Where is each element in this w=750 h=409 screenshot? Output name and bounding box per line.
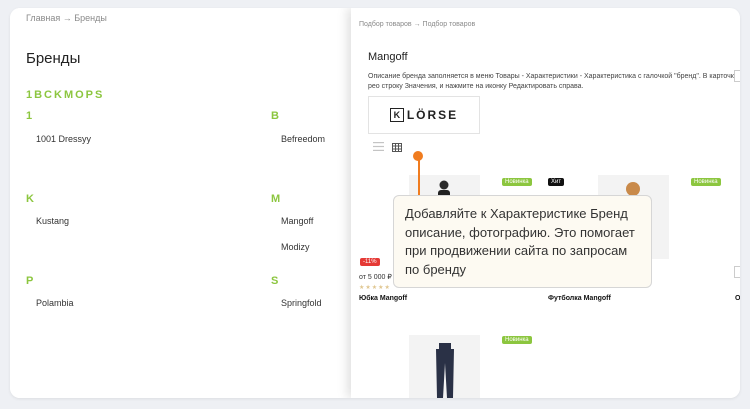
list-icon[interactable] — [373, 142, 384, 154]
chevron-right-icon[interactable] — [734, 266, 740, 278]
brand-link[interactable]: Springfold — [281, 298, 322, 308]
product-image[interactable] — [409, 335, 480, 398]
brand-link[interactable]: Mangoff — [281, 216, 313, 226]
rating-stars: ★★★★★ — [359, 285, 391, 291]
page-title: Бренды — [26, 50, 81, 67]
brand-description: Описание бренда заполняется в меню Товар… — [368, 73, 738, 90]
klorse-logo: K LÖRSE — [389, 108, 458, 122]
brand-link[interactable]: Befreedom — [281, 134, 325, 144]
group-letter: K — [26, 193, 34, 205]
new-badge: Новинка — [691, 178, 721, 186]
callout-pin-dot — [413, 151, 423, 161]
product-name[interactable]: О — [735, 295, 740, 302]
brand-link[interactable]: Polambia — [36, 298, 74, 308]
brand-link[interactable]: Kustang — [36, 216, 69, 226]
product-name[interactable]: Футболка Mangoff — [548, 295, 611, 302]
breadcrumb[interactable]: Подбор товаров → Подбор товаров — [359, 21, 475, 28]
brand-link[interactable]: 1001 Dressyy — [36, 134, 91, 144]
group-letter: B — [271, 110, 279, 122]
brands-panel: Главная → Бренды Бренды 1BCKMOPS 1 1001 … — [10, 8, 351, 398]
brand-link[interactable]: Modizy — [281, 242, 310, 252]
brand-title: Mangoff — [368, 51, 408, 63]
new-badge: Новинка — [502, 336, 532, 344]
hint-callout: Добавляйте к Характеристике Бренд описан… — [393, 195, 652, 288]
brand-logo: K LÖRSE — [368, 96, 480, 134]
alphabet-filter[interactable]: 1BCKMOPS — [26, 89, 104, 101]
group-letter: 1 — [26, 110, 33, 122]
group-letter: S — [271, 275, 279, 287]
callout-pin-line — [418, 155, 420, 195]
product-name[interactable]: Юбка Mangoff — [359, 295, 407, 302]
group-letter: M — [271, 193, 281, 205]
chevron-right-icon[interactable] — [734, 70, 740, 82]
grid-icon[interactable] — [392, 143, 402, 155]
new-badge: Новинка — [502, 178, 532, 186]
discount-badge: -11% — [360, 258, 380, 266]
product-price: от 5 000 ₽ — [359, 274, 392, 281]
breadcrumb[interactable]: Главная → Бренды — [26, 13, 107, 23]
hit-badge: Хит — [548, 178, 565, 186]
group-letter: P — [26, 275, 34, 287]
